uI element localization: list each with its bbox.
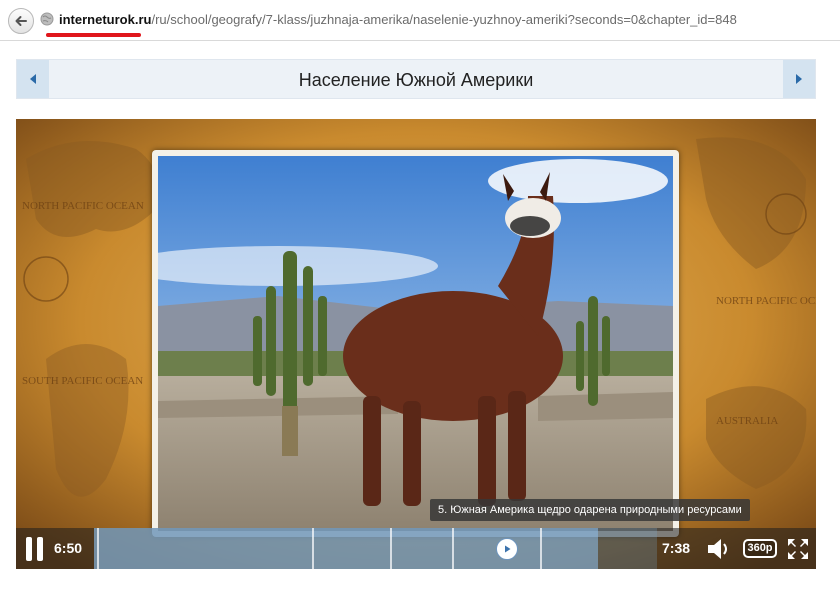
total-time: 7:38 [662, 540, 691, 556]
video-controls-bar: 6:50 7:38 360р [16, 528, 816, 569]
volume-icon[interactable] [706, 537, 732, 561]
llama-image [158, 156, 673, 531]
play-icon [505, 545, 511, 553]
chapter-marker [312, 528, 314, 569]
chapter-marker [540, 528, 542, 569]
chapter-marker [97, 528, 99, 569]
globe-icon [40, 12, 54, 26]
pause-button[interactable] [24, 537, 46, 561]
pause-icon-bar-left [26, 537, 32, 561]
map-label-north-pacific-left: NORTH PACIFIC OCEAN [22, 200, 144, 212]
url-domain: interneturok.ru [59, 12, 152, 27]
url-field[interactable]: interneturok.ru/ru/school/geografy/7-kla… [59, 12, 737, 27]
chapter-play-button[interactable] [496, 538, 518, 560]
chapter-marker [390, 528, 392, 569]
next-lesson-button[interactable] [783, 60, 815, 98]
current-time: 6:50 [54, 540, 83, 556]
seek-bar-fill [94, 528, 598, 569]
map-label-north-pacific-right: NORTH PACIFIC OCEAN [716, 295, 816, 307]
browser-address-bar: interneturok.ru/ru/school/geografy/7-kla… [0, 0, 840, 41]
quality-button[interactable]: 360р [743, 539, 777, 558]
seek-bar[interactable] [94, 528, 657, 569]
lesson-title-bar: Население Южной Америки [16, 59, 816, 99]
triangle-right-icon [796, 74, 802, 84]
video-player[interactable]: NORTH PACIFIC OCEAN SOUTH PACIFIC OCEAN … [16, 119, 816, 569]
chapter-marker [452, 528, 454, 569]
back-arrow-icon [15, 16, 27, 26]
llama-photo [158, 156, 673, 531]
back-button[interactable] [8, 8, 34, 34]
page-title: Население Южной Америки [298, 70, 534, 90]
domain-highlight-underline [46, 33, 141, 37]
slide-photo-frame [152, 150, 679, 537]
url-path: /ru/school/geografy/7-klass/juzhnaja-ame… [151, 12, 737, 27]
map-label-australia: AUSTRALIA [716, 415, 778, 427]
map-label-south-pacific: SOUTH PACIFIC OCEAN [22, 375, 143, 387]
pause-icon-bar-right [37, 537, 43, 561]
chapter-caption: 5. Южная Америка щедро одарена природным… [430, 499, 750, 521]
fullscreen-icon[interactable] [786, 537, 810, 561]
